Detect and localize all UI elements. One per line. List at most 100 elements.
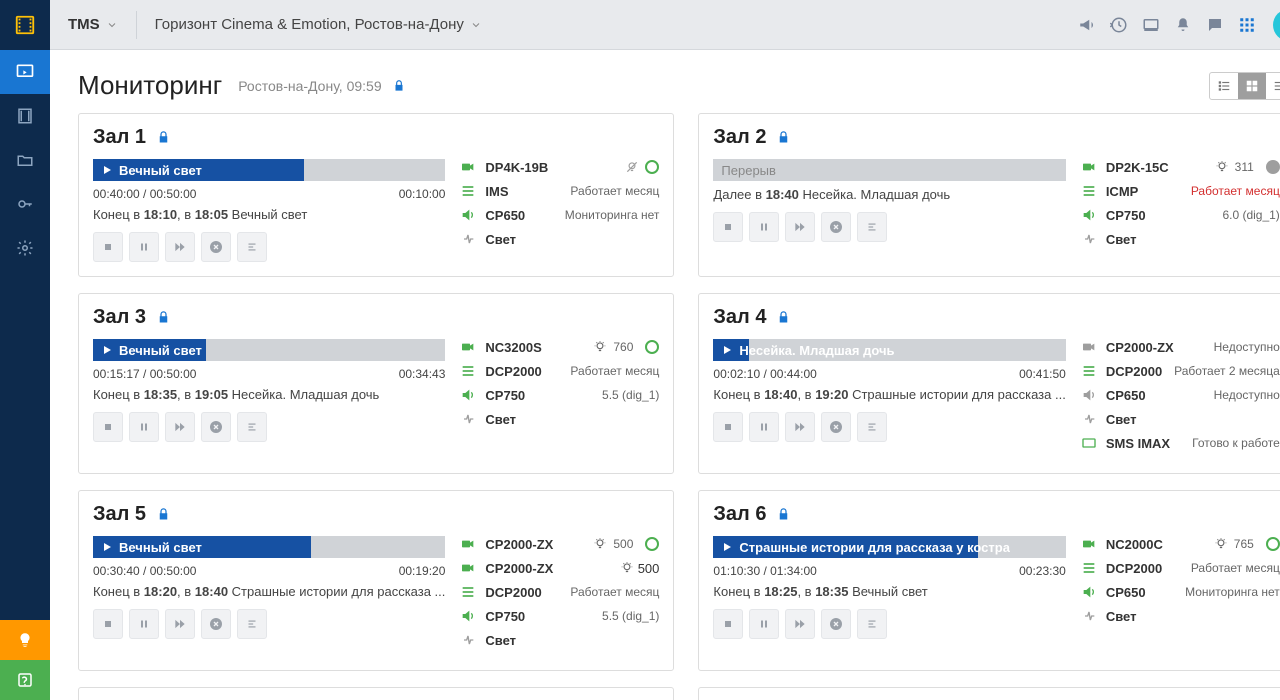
lock-icon[interactable] (156, 507, 171, 522)
chevron-down-icon[interactable] (106, 19, 118, 31)
forward-button[interactable] (165, 609, 195, 639)
lock-icon[interactable] (156, 130, 171, 145)
lock-icon[interactable] (156, 310, 171, 325)
device-name: CP650 (1106, 585, 1185, 600)
time-row: 00:40:00 / 00:50:00 00:10:00 (93, 187, 445, 201)
view-compact[interactable] (1266, 73, 1280, 99)
nav-content[interactable] (0, 94, 50, 138)
now-playing-title: Страшные истории для рассказа у костра (739, 540, 1010, 555)
lamp-value: 760 (613, 340, 633, 354)
page-subtitle: Ростов-на-Дону, 09:59 (238, 78, 381, 94)
sound-icon (459, 207, 477, 223)
progress-bar[interactable]: Вечный свет (93, 536, 445, 558)
stop-button[interactable] (713, 212, 743, 242)
progress-bar[interactable]: Страшные истории для рассказа у костра (713, 536, 1065, 558)
forward-button[interactable] (165, 412, 195, 442)
cancel-button[interactable] (821, 412, 851, 442)
nav-settings[interactable] (0, 226, 50, 270)
playlist-button[interactable] (857, 412, 887, 442)
stop-button[interactable] (93, 412, 123, 442)
playlist-button[interactable] (857, 212, 887, 242)
page-title: Мониторинг (78, 70, 222, 101)
device-row: IMS Работает месяц (459, 183, 659, 199)
chat-icon[interactable] (1199, 9, 1231, 41)
avatar[interactable]: МК (1273, 9, 1280, 41)
announce-icon[interactable] (1071, 9, 1103, 41)
stop-button[interactable] (713, 609, 743, 639)
stop-button[interactable] (713, 412, 743, 442)
forward-button[interactable] (165, 232, 195, 262)
history-icon[interactable] (1103, 9, 1135, 41)
nav-monitoring[interactable] (0, 50, 50, 94)
playback-controls (93, 609, 445, 639)
forward-button[interactable] (785, 412, 815, 442)
view-list[interactable] (1210, 73, 1238, 99)
screen-icon[interactable] (1135, 9, 1167, 41)
sidebar (0, 0, 50, 700)
device-status: Работает месяц (570, 184, 659, 198)
playlist-button[interactable] (237, 609, 267, 639)
cancel-button[interactable] (201, 609, 231, 639)
lock-icon[interactable] (776, 130, 791, 145)
cancel-button[interactable] (821, 609, 851, 639)
forward-button[interactable] (785, 609, 815, 639)
cam-icon (1080, 536, 1098, 552)
lock-icon[interactable] (776, 507, 791, 522)
pause-button[interactable] (129, 412, 159, 442)
hall-name[interactable]: Зал 1 (93, 126, 146, 149)
playlist-button[interactable] (857, 609, 887, 639)
stop-button[interactable] (93, 609, 123, 639)
apps-icon[interactable] (1231, 9, 1263, 41)
view-grid[interactable] (1238, 73, 1266, 99)
progress-bar[interactable]: Перерыв (713, 159, 1065, 181)
lamp-status: 765 (1214, 537, 1280, 551)
cancel-button[interactable] (821, 212, 851, 242)
cam-icon (459, 560, 477, 576)
nav-keys[interactable] (0, 182, 50, 226)
nav-tips[interactable] (0, 620, 50, 660)
hall-card: Зал 2 Перерыв Далее в 18:40 Несейка. Мла… (698, 113, 1280, 277)
device-row: CP650 Мониторинга нет (1080, 584, 1280, 600)
stop-button[interactable] (93, 232, 123, 262)
device-row: DCP2000 Работает месяц (459, 584, 659, 600)
hall-name[interactable]: Зал 6 (713, 503, 766, 526)
pause-button[interactable] (749, 412, 779, 442)
hall-header: Зал 1 (93, 126, 659, 149)
pause-button[interactable] (129, 609, 159, 639)
progress-bar[interactable]: Вечный свет (93, 159, 445, 181)
time-remain: 00:23:30 (1019, 564, 1066, 578)
hall-name[interactable]: Зал 5 (93, 503, 146, 526)
cancel-button[interactable] (201, 232, 231, 262)
playlist-button[interactable] (237, 232, 267, 262)
hall-name[interactable]: Зал 3 (93, 306, 146, 329)
device-name: DP2K-15C (1106, 160, 1215, 175)
app-name[interactable]: TMS (68, 16, 100, 33)
pause-button[interactable] (749, 609, 779, 639)
hall-name[interactable]: Зал 4 (713, 306, 766, 329)
progress-bar[interactable]: Вечный свет (93, 339, 445, 361)
hall-name[interactable]: Зал 2 (713, 126, 766, 149)
time-remain: 00:41:50 (1019, 367, 1066, 381)
sound-icon (1080, 584, 1098, 600)
lamp-status: 760 (593, 340, 659, 354)
light-icon (459, 411, 477, 427)
location-selector[interactable]: Горизонт Cinema & Emotion, Ростов-на-Дон… (155, 16, 464, 33)
bell-icon[interactable] (1167, 9, 1199, 41)
device-row: DCP2000 Работает 2 месяца (1080, 363, 1280, 379)
time-elapsed: 00:15:17 / 00:50:00 (93, 367, 196, 381)
nav-help[interactable] (0, 660, 50, 700)
chevron-down-icon[interactable] (470, 19, 482, 31)
pause-button[interactable] (129, 232, 159, 262)
nav-folders[interactable] (0, 138, 50, 182)
lock-icon[interactable] (392, 79, 406, 93)
playback-controls (713, 212, 1065, 242)
hall-devices: DP2K-15C 311 ICMP Работает месяц CP750 6… (1080, 159, 1280, 255)
cancel-button[interactable] (201, 412, 231, 442)
device-row: CP2000-ZX 500 (459, 560, 659, 576)
light-icon (1080, 411, 1098, 427)
lock-icon[interactable] (776, 310, 791, 325)
pause-button[interactable] (749, 212, 779, 242)
playlist-button[interactable] (237, 412, 267, 442)
forward-button[interactable] (785, 212, 815, 242)
progress-bar[interactable]: Несейка. Младшая дочь (713, 339, 1065, 361)
